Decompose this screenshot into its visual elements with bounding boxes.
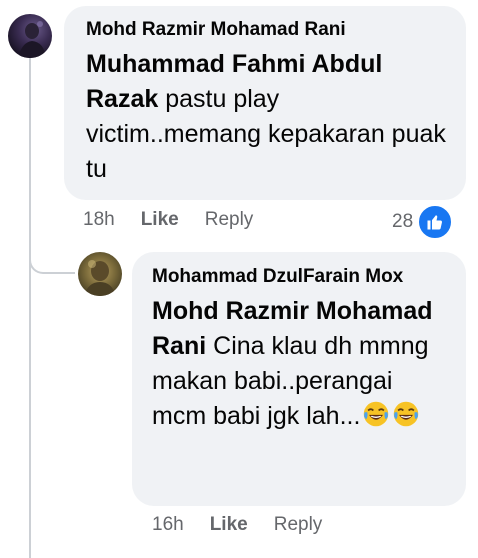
comment-timestamp[interactable]: 18h xyxy=(83,209,115,231)
reply-text: Mohd Razmir Mohamad Rani Cina klau dh mm… xyxy=(152,294,448,434)
reply-button[interactable]: Reply xyxy=(205,209,254,231)
laughing-with-tears-emoji-icon xyxy=(394,401,419,427)
thread-connector-line xyxy=(29,58,31,558)
reply-connector-curve xyxy=(29,244,75,274)
reaction-summary[interactable]: 28 xyxy=(392,204,454,240)
like-button[interactable]: Like xyxy=(210,514,248,536)
like-button[interactable]: Like xyxy=(141,209,179,231)
comment-actions: 18h Like Reply xyxy=(83,209,279,231)
avatar[interactable] xyxy=(8,14,52,58)
laughing-with-tears-emoji-icon xyxy=(364,401,389,427)
reaction-count: 28 xyxy=(392,211,414,232)
profile-photo-icon xyxy=(18,21,46,58)
comment-author-name[interactable]: Mohd Razmir Mohamad Rani xyxy=(86,17,448,43)
reply-button[interactable]: Reply xyxy=(274,514,323,536)
thumbs-up-icon xyxy=(417,204,454,240)
profile-photo-icon xyxy=(84,260,116,296)
comment-text: Muhammad Fahmi Abdul Razak pastu play vi… xyxy=(86,47,448,187)
reply-author-name[interactable]: Mohammad DzulFarain Mox xyxy=(152,264,448,290)
comment-bubble: Mohd Razmir Mohamad Rani Muhammad Fahmi … xyxy=(64,6,466,200)
reply-bubble: Mohammad DzulFarain Mox Mohd Razmir Moha… xyxy=(132,252,466,506)
avatar[interactable] xyxy=(78,252,122,296)
reply-actions: 16h Like Reply xyxy=(152,514,348,536)
reply-timestamp[interactable]: 16h xyxy=(152,514,184,536)
